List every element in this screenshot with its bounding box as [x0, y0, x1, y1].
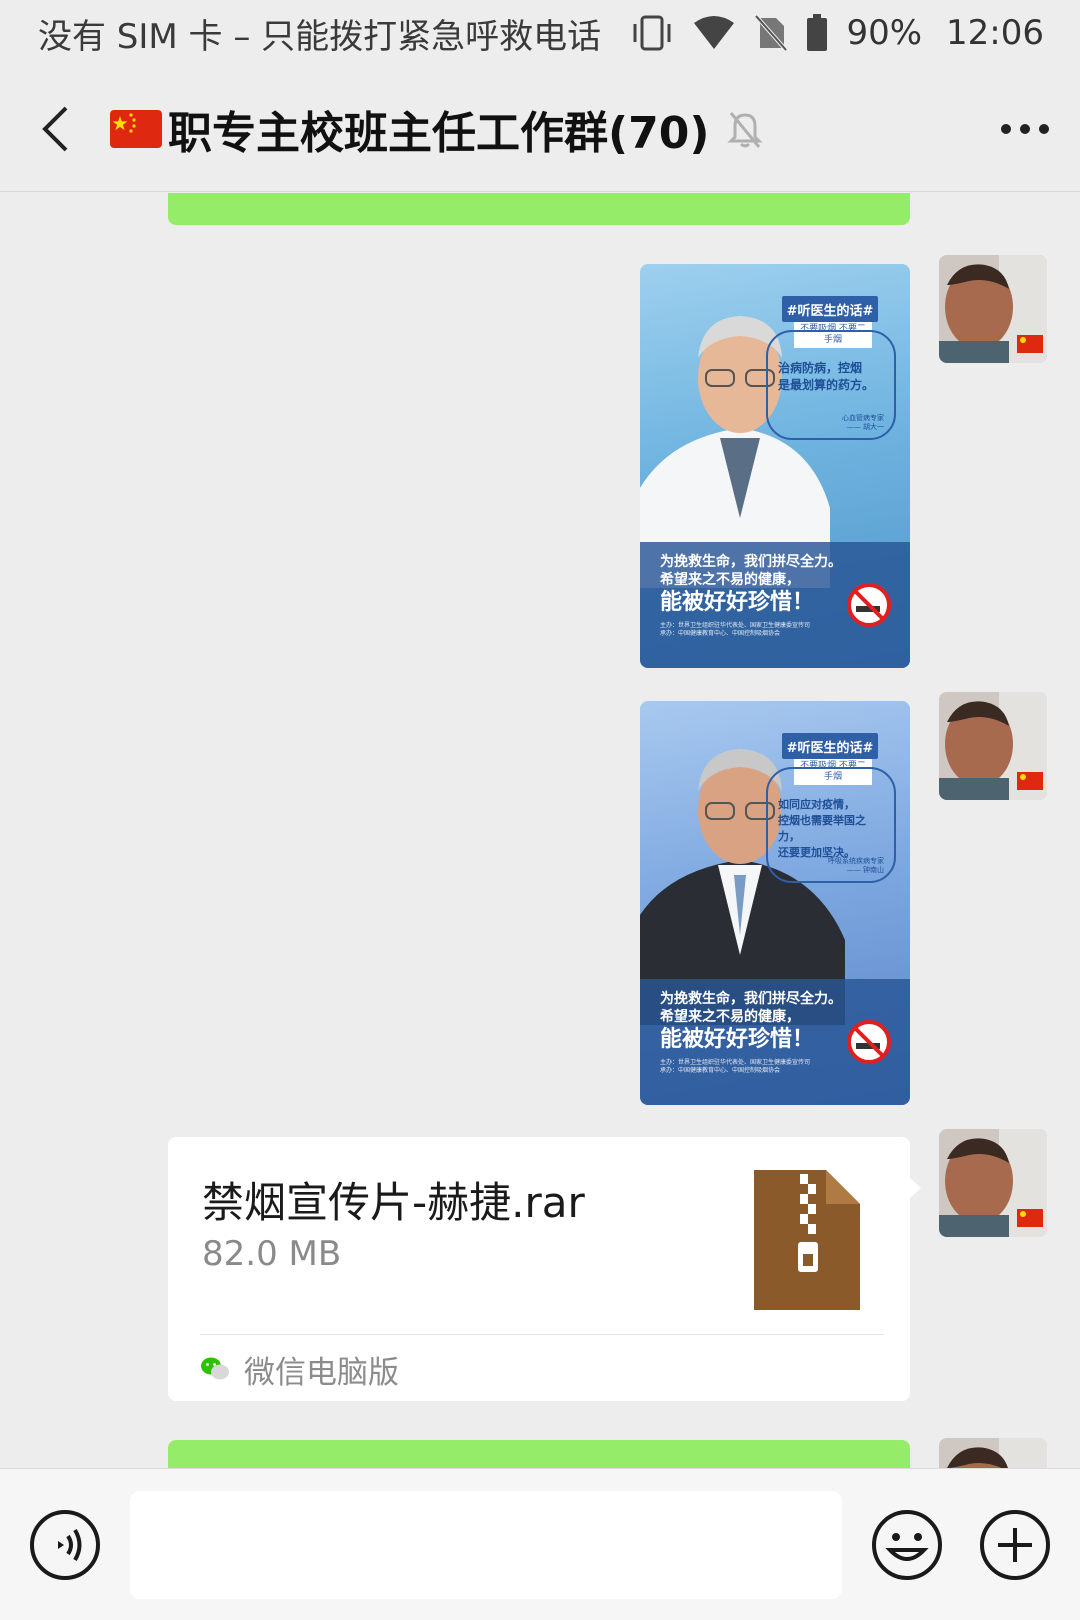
no-sim-icon — [754, 14, 788, 52]
poster-speech-bubble: 治病防病，控烟 是最划算的药方。 心血管病专家 —— 胡大一 — [766, 330, 896, 440]
chat-title-group[interactable]: 职专主校班主任工作群(70) — [110, 97, 970, 161]
message-input[interactable] — [130, 1491, 842, 1599]
poster-credit: 心血管病专家 —— 胡大一 — [842, 413, 884, 431]
poster-speech-bubble: 如同应对疫情， 控烟也需要举国之力， 还要更加坚决。 呼吸系统疾病专家 —— 钟… — [766, 767, 896, 883]
chevron-left-icon — [42, 106, 68, 151]
poster-banner: 为挽救生命，我们拼尽全力。 希望来之不易的健康， 能被好好珍惜！ 主办：世界卫生… — [640, 542, 910, 668]
file-name: 禁烟宣传片-赫捷.rar — [202, 1178, 585, 1227]
status-icons: 90% 12:06 — [630, 13, 1044, 53]
plus-icon[interactable] — [978, 1508, 1052, 1582]
avatar-photo — [939, 692, 1047, 800]
zip-archive-icon — [754, 1170, 860, 1310]
sender-avatar[interactable] — [939, 1129, 1047, 1237]
poster-slogan-line-1: 为挽救生命，我们拼尽全力。 — [660, 991, 842, 1007]
avatar-photo — [939, 1438, 1047, 1468]
carrier-text: 没有 SIM 卡 – 只能拨打紧急呼救电话 — [38, 16, 602, 57]
file-source-label: 微信电脑版 — [244, 1354, 399, 1391]
poster-quote: 如同应对疫情， 控烟也需要举国之力， 还要更加坚决。 — [778, 798, 866, 859]
china-flag-icon — [110, 109, 162, 148]
poster-credit: 呼吸系统疾病专家 —— 钟南山 — [828, 856, 884, 874]
no-smoking-icon — [847, 583, 891, 627]
more-options-button[interactable] — [970, 66, 1080, 192]
image-message-poster-2[interactable]: #听医生的话# 不要吸烟 不要二手烟 如同应对疫情， 控烟也需要举国之力， 还要… — [640, 701, 910, 1105]
battery-icon — [807, 14, 828, 51]
more-dots-icon — [1001, 123, 1049, 134]
muted-bell-icon — [727, 111, 764, 148]
file-size: 82.0 MB — [202, 1234, 342, 1274]
sender-avatar[interactable] — [939, 692, 1047, 800]
poster-fine-print: 主办：世界卫生组织驻华代表处、国家卫生健康委宣传司 承办：中国健康教育中心、中国… — [660, 621, 811, 637]
wifi-icon — [694, 16, 735, 49]
emoji-icon[interactable] — [870, 1508, 944, 1582]
file-source: 微信电脑版 — [200, 1343, 399, 1395]
poster-quote: 治病防病，控烟 是最划算的药方。 — [778, 361, 875, 393]
no-smoking-icon — [847, 1020, 891, 1064]
back-button[interactable] — [0, 66, 110, 192]
chat-title: 职专主校班主任工作群(70) — [168, 107, 710, 159]
poster-slogan-line-1: 为挽救生命，我们拼尽全力。 — [660, 554, 842, 570]
message-list[interactable]: #听医生的话# 不要吸烟 不要二手烟 治病防病，控烟 是最划算的药方。 心血管病… — [0, 193, 1080, 1468]
file-card-divider — [200, 1334, 884, 1335]
status-bar: 没有 SIM 卡 – 只能拨打紧急呼救电话 90% 12:06 — [0, 0, 1080, 66]
file-message-card[interactable]: 禁烟宣传片-赫捷.rar 82.0 MB 微信电脑版 — [168, 1137, 910, 1401]
avatar-photo — [939, 1129, 1047, 1237]
bubble-tail — [909, 1177, 921, 1199]
input-bar — [0, 1468, 1080, 1620]
poster-hashtag: #听医生的话# — [782, 733, 878, 759]
wechat-logo-icon — [201, 1357, 229, 1380]
battery-percent: 90% — [846, 13, 923, 53]
sent-text-bubble[interactable] — [168, 1440, 910, 1468]
vibrate-icon — [633, 15, 671, 51]
sent-text-bubble[interactable] — [168, 193, 910, 225]
avatar-photo — [939, 255, 1047, 363]
sender-avatar[interactable] — [939, 1438, 1047, 1468]
poster-banner: 为挽救生命，我们拼尽全力。 希望来之不易的健康， 能被好好珍惜！ 主办：世界卫生… — [640, 979, 910, 1105]
voice-input-icon[interactable] — [28, 1508, 102, 1582]
poster-hashtag: #听医生的话# — [782, 296, 878, 322]
poster-fine-print: 主办：世界卫生组织驻华代表处、国家卫生健康委宣传司 承办：中国健康教育中心、中国… — [660, 1058, 811, 1074]
image-message-poster-1[interactable]: #听医生的话# 不要吸烟 不要二手烟 治病防病，控烟 是最划算的药方。 心血管病… — [640, 264, 910, 668]
clock: 12:06 — [946, 13, 1044, 53]
chat-header: 职专主校班主任工作群(70) — [0, 66, 1080, 192]
sender-avatar[interactable] — [939, 255, 1047, 363]
